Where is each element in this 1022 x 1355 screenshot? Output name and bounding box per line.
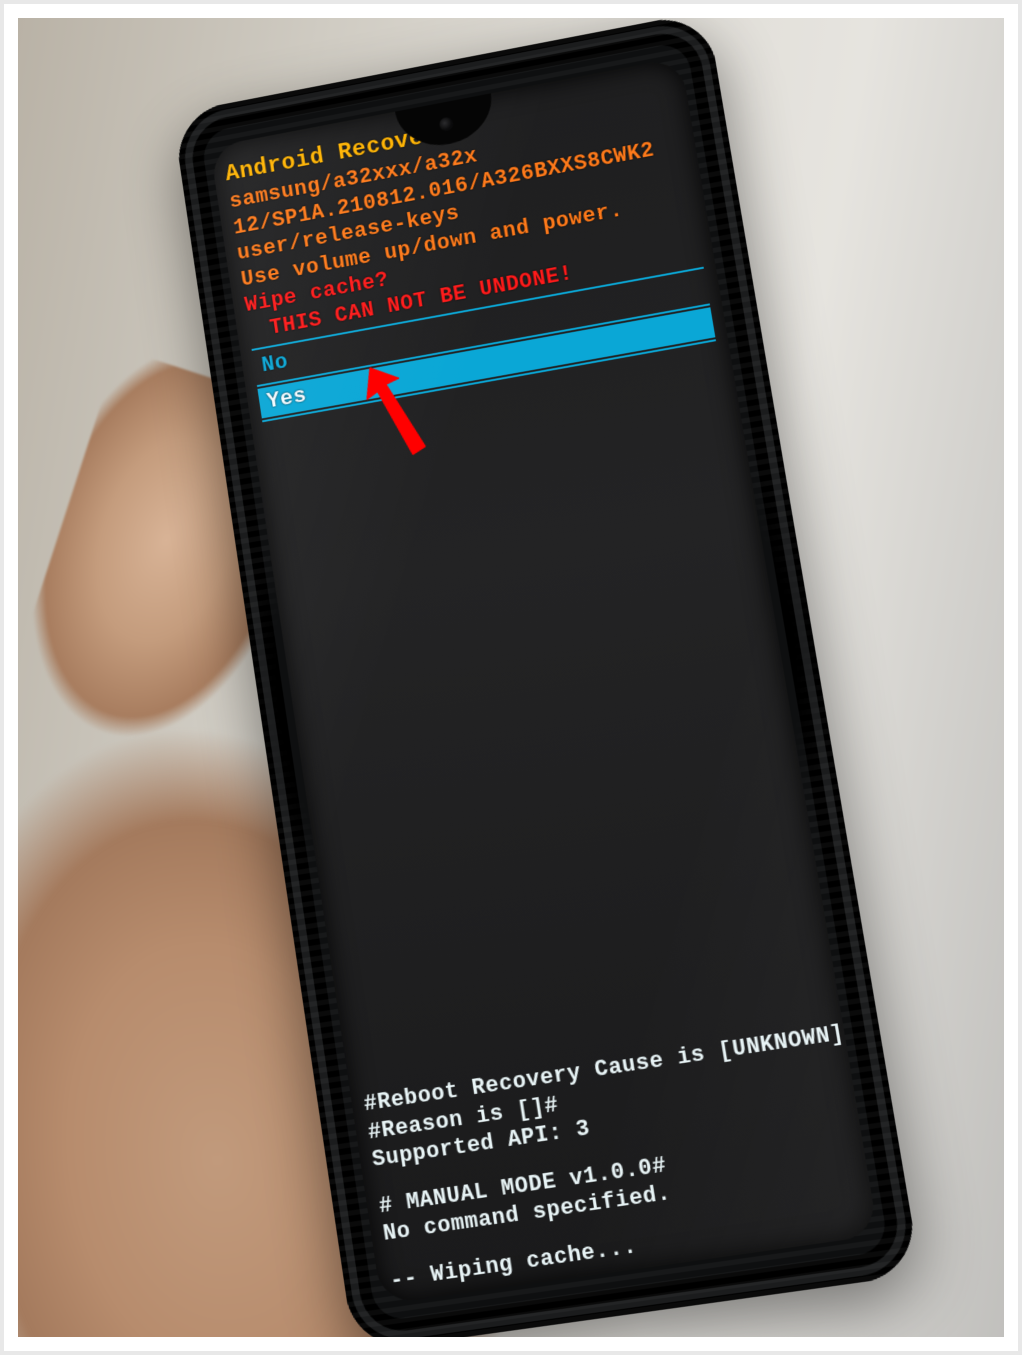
photo-frame: Android Recovery samsung/a32xxx/a32x 12/… [0,0,1022,1355]
photo-scene: Android Recovery samsung/a32xxx/a32x 12/… [18,18,1004,1337]
